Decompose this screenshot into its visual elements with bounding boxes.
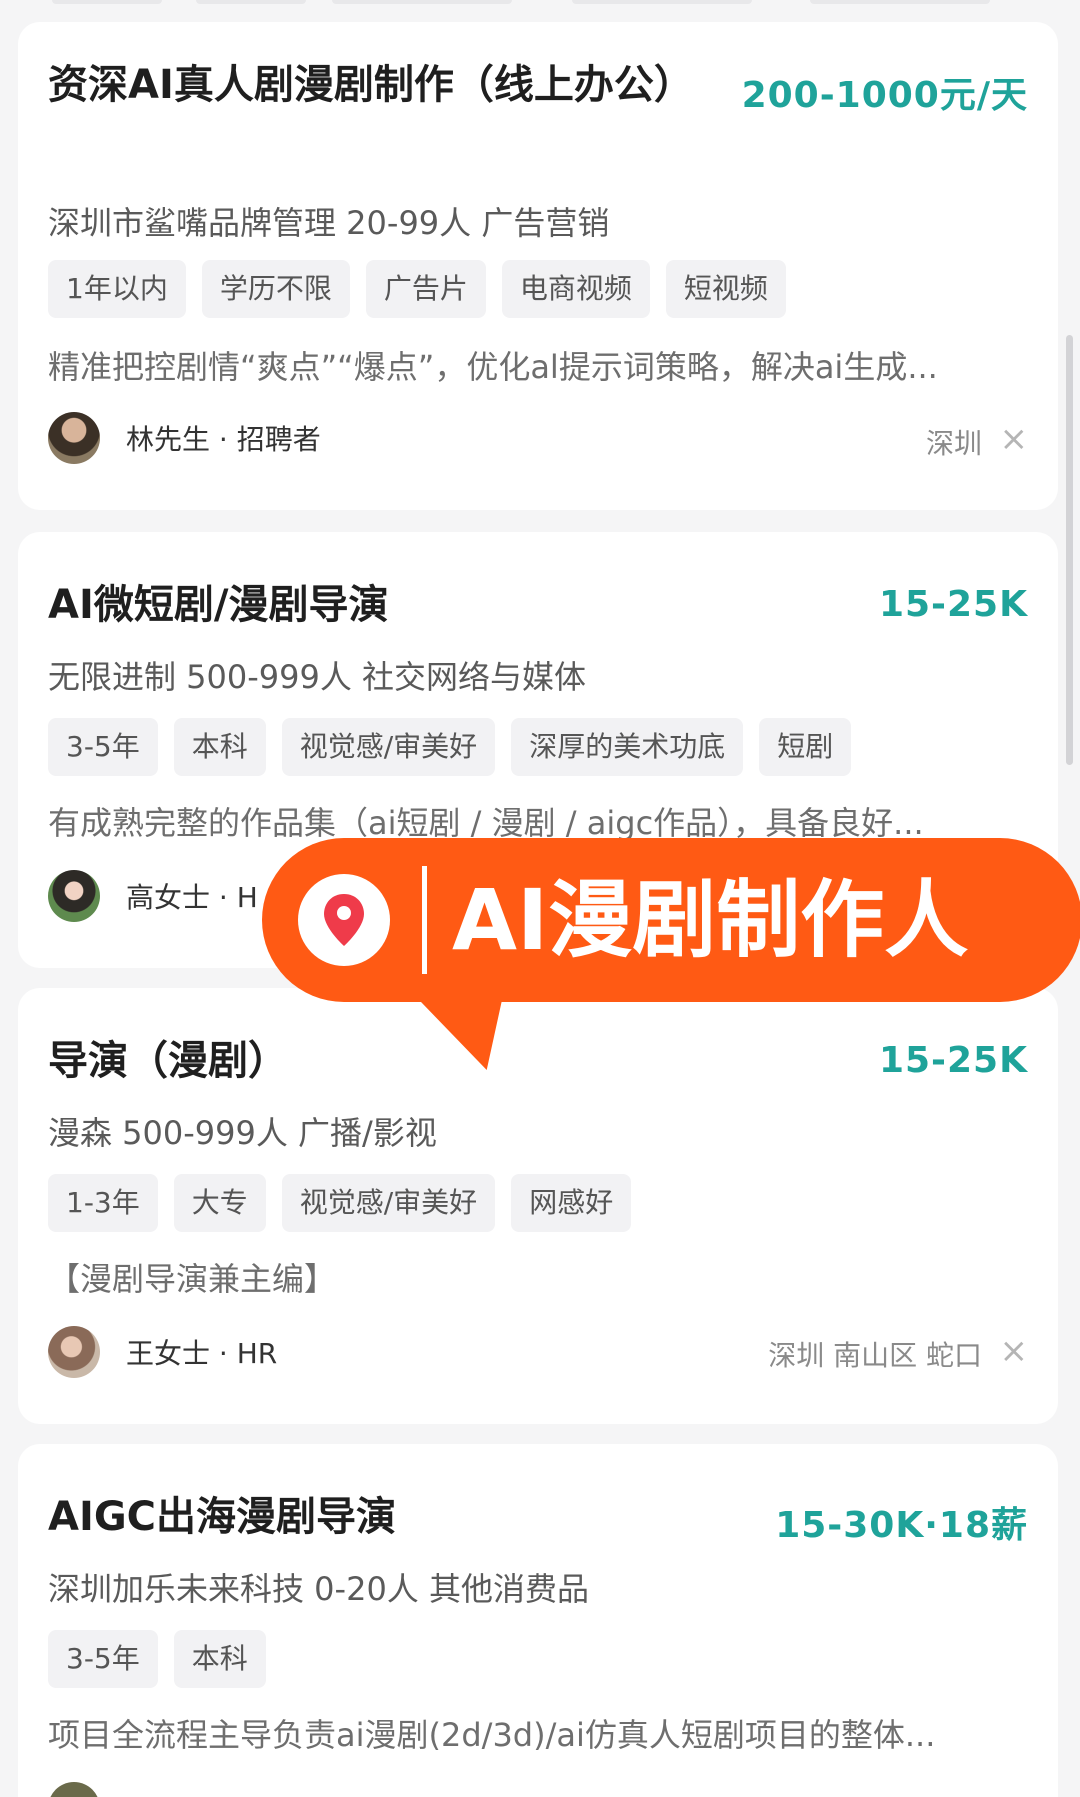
tag-list: 3-5年 本科 视觉感/审美好 深厚的美术功底 短剧: [48, 718, 852, 776]
previous-card-edge: [0, 0, 1080, 8]
tag: 3-5年: [48, 1630, 158, 1688]
job-salary: 200-1000元/天: [741, 75, 1028, 116]
job-description: 项目全流程主导负责ai漫剧(2d/3d)/ai仿真人短剧项目的整体...: [48, 1716, 936, 1754]
location-pin-icon: [298, 874, 390, 966]
tag: 1年以内: [48, 260, 186, 318]
badge-tail: [413, 994, 517, 1070]
tag: 大专: [173, 1174, 266, 1232]
avatar: [48, 412, 100, 464]
company-info: 深圳加乐未来科技 0-20人 其他消费品: [48, 1570, 589, 1608]
tag: 短剧: [759, 718, 852, 776]
recruiter-name: 林先生 · 招聘者: [126, 423, 321, 456]
tag: 视觉感/审美好: [281, 718, 496, 776]
tag: 电商视频: [501, 260, 650, 318]
tag: 本科: [173, 1630, 266, 1688]
company-info: 漫森 500-999人 广播/影视: [48, 1114, 437, 1152]
overlay-badge: AI漫剧制作人: [262, 838, 1080, 1002]
tag: 网感好: [511, 1174, 632, 1232]
job-title: AIGC出海漫剧导演: [48, 1494, 397, 1540]
job-card[interactable]: 导演（漫剧） 15-25K 漫森 500-999人 广播/影视 1-3年 大专 …: [18, 988, 1058, 1424]
job-title: 资深AI真人剧漫剧制作（线上办公）: [48, 62, 694, 108]
recruiter-info[interactable]: 高女士 · H: [48, 870, 258, 922]
scrollbar[interactable]: [1066, 335, 1073, 765]
job-title: AI微短剧/漫剧导演: [48, 582, 389, 628]
avatar: [48, 870, 100, 922]
tag: 3-5年: [48, 718, 158, 776]
job-description: 【漫剧导演兼主编】: [48, 1260, 337, 1298]
dismiss-icon[interactable]: ×: [1000, 1334, 1029, 1368]
job-card[interactable]: AIGC出海漫剧导演 15-30K·18薪 深圳加乐未来科技 0-20人 其他消…: [18, 1444, 1058, 1797]
job-location: 深圳 南山区 蛇口: [768, 1339, 982, 1372]
recruiter-info[interactable]: 林先生 · 招聘者: [48, 412, 321, 464]
dismiss-icon[interactable]: ×: [1000, 422, 1029, 456]
job-description: 精准把控剧情“爽点”“爆点”，优化al提示词策略，解决ai生成...: [48, 348, 938, 386]
job-salary: 15-25K: [878, 1040, 1028, 1081]
tag: 1-3年: [48, 1174, 158, 1232]
tag: 深厚的美术功底: [511, 718, 744, 776]
tag: 视觉感/审美好: [281, 1174, 496, 1232]
job-salary: 15-25K: [878, 584, 1028, 625]
job-card[interactable]: 资深AI真人剧漫剧制作（线上办公） 200-1000元/天 深圳市鲨嘴品牌管理 …: [18, 22, 1058, 510]
tag-list: 1年以内 学历不限 广告片 电商视频 短视频: [48, 260, 786, 318]
tag: 广告片: [365, 260, 486, 318]
badge-separator: [422, 866, 427, 974]
tag: 本科: [173, 718, 266, 776]
job-location: 深圳: [925, 427, 982, 460]
company-info: 无限进制 500-999人 社交网络与媒体: [48, 658, 587, 696]
job-list-screen: 资深AI真人剧漫剧制作（线上办公） 200-1000元/天 深圳市鲨嘴品牌管理 …: [0, 0, 1080, 1797]
badge-title: AI漫剧制作人: [452, 871, 969, 969]
recruiter-info[interactable]: 王女士 · HR: [48, 1326, 277, 1378]
recruiter-name: 高女士 · H: [126, 881, 258, 914]
recruiter-name: 王女士 · HR: [126, 1337, 278, 1370]
job-salary: 15-30K·18薪: [775, 1505, 1028, 1546]
tag: 学历不限: [201, 260, 350, 318]
company-info: 深圳市鲨嘴品牌管理 20-99人 广告营销: [48, 204, 610, 242]
avatar: [48, 1782, 100, 1797]
avatar: [48, 1326, 100, 1378]
job-title: 导演（漫剧）: [48, 1038, 288, 1084]
tag-list: 3-5年 本科: [48, 1630, 266, 1688]
tag: 短视频: [665, 260, 786, 318]
tag-list: 1-3年 大专 视觉感/审美好 网感好: [48, 1174, 632, 1232]
